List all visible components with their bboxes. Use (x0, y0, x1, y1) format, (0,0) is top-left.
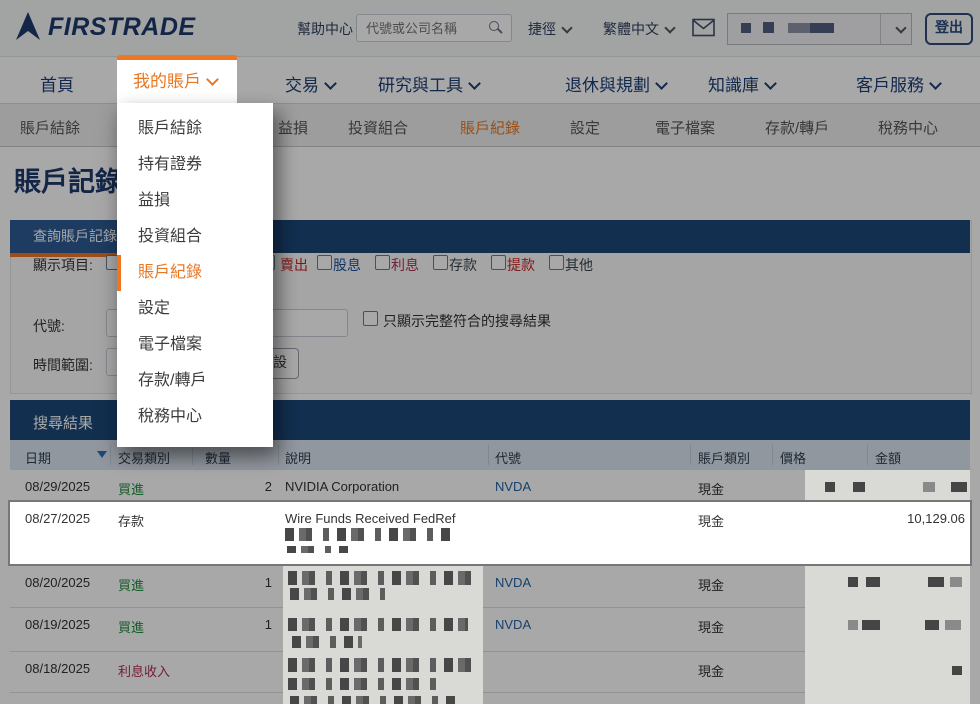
dropdown-item-history[interactable]: 賬戶紀錄 (117, 255, 273, 291)
redacted-block (292, 636, 362, 648)
dropdown-item-gain-loss[interactable]: 益損 (117, 183, 273, 219)
redacted-block (287, 546, 349, 553)
redacted-block (945, 620, 961, 630)
redacted-block (288, 571, 475, 585)
dropdown-item-positions[interactable]: 持有證券 (117, 147, 273, 183)
redacted-block (290, 588, 385, 600)
redacted-block (848, 620, 858, 630)
redacted-block (950, 577, 962, 587)
dropdown-item-edocuments[interactable]: 電子檔案 (117, 327, 273, 363)
redacted-block (862, 620, 880, 630)
dropdown-item-balances[interactable]: 賬戶結餘 (117, 111, 273, 147)
row-type: 存款 (118, 511, 144, 530)
redacted-block (288, 618, 468, 631)
redacted-block (951, 482, 967, 492)
redacted-block (285, 528, 450, 541)
chevron-down-icon (206, 73, 219, 86)
dropdown-item-settings[interactable]: 設定 (117, 291, 273, 327)
redacted-block (288, 678, 438, 690)
row-account: 現金 (698, 511, 724, 530)
row-date: 08/27/2025 (25, 511, 90, 526)
redacted-block (923, 482, 935, 492)
row-desc: Wire Funds Received FedRef (285, 511, 456, 526)
dropdown-panel: 賬戶結餘 持有證券 益損 投資組合 賬戶紀錄 設定 電子檔案 存款/轉戶 稅務中… (117, 103, 273, 447)
redaction-strip-amounts-top (805, 470, 970, 500)
redacted-block (866, 577, 880, 587)
redacted-block (925, 620, 939, 630)
redacted-block (853, 482, 865, 492)
redacted-block (928, 577, 944, 587)
redaction-strip-amounts (805, 566, 970, 704)
row-amount: 10,129.06 (907, 511, 965, 526)
redacted-block (952, 666, 962, 675)
redacted-block (848, 577, 858, 587)
nav-item-my-accounts-open[interactable]: 我的賬戶 (117, 60, 237, 103)
redacted-block (825, 482, 835, 492)
dropdown-item-deposit-transfer[interactable]: 存款/轉戶 (117, 363, 273, 399)
redacted-block (288, 658, 478, 672)
dropdown-item-portfolio[interactable]: 投資組合 (117, 219, 273, 255)
dropdown-item-tax-center[interactable]: 稅務中心 (117, 399, 273, 435)
firstrade-account-history-page: FIRSTRADE 幫助中心 捷徑 繁體中文 登出 首頁 我的賬戶 交易 研究與… (0, 0, 980, 704)
highlighted-table-row[interactable]: 08/27/2025 存款 Wire Funds Received FedRef… (8, 500, 972, 566)
redaction-strip-description (283, 566, 483, 704)
redacted-block (290, 696, 458, 704)
